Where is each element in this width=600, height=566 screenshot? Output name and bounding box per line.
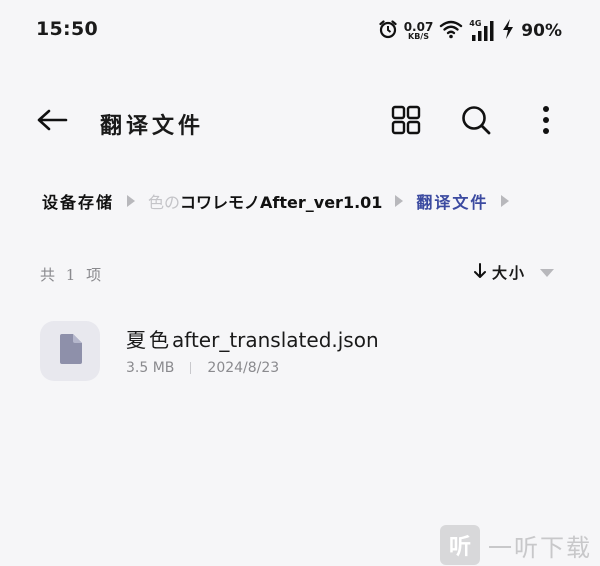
file-date: 2024/8/23 <box>207 360 280 376</box>
file-manager-screen: 15:50 0.07 KB/S 4G 90% 翻译文件 设备存储 色のコワレモノ… <box>0 0 600 566</box>
breadcrumb-folder[interactable]: 色のコワレモノAfter_ver1.01 <box>148 189 382 213</box>
meta-divider <box>190 362 192 374</box>
sort-label: 大小 <box>491 264 526 282</box>
charging-icon <box>501 18 515 44</box>
chevron-right-icon <box>500 195 510 207</box>
back-button[interactable] <box>30 102 74 142</box>
search-button[interactable] <box>456 102 496 142</box>
file-thumbnail <box>40 321 100 381</box>
network-speed: 0.07 KB/S <box>403 20 434 41</box>
grid-view-icon <box>391 105 421 139</box>
page-title: 翻译文件 <box>100 113 205 139</box>
item-count: 共 1 项 <box>40 266 105 284</box>
chevron-right-icon <box>394 195 404 207</box>
wifi-icon <box>439 19 463 43</box>
arrow-down-icon <box>473 262 486 283</box>
breadcrumb-current[interactable]: 翻译文件 <box>416 189 488 213</box>
back-arrow-icon <box>36 108 68 136</box>
watermark-logo: 听 <box>440 525 480 565</box>
file-size: 3.5 MB <box>126 360 175 376</box>
search-icon <box>460 104 492 140</box>
list-header: 共 1 项 大小 <box>40 260 560 288</box>
document-icon <box>58 334 82 368</box>
status-bar: 15:50 0.07 KB/S 4G 90% <box>0 0 600 62</box>
file-name: 夏色after_translated.json <box>126 328 379 352</box>
file-meta: 3.5 MB 2024/8/23 <box>126 360 279 376</box>
watermark-text: 一听下载 <box>488 533 592 562</box>
breadcrumb: 设备存储 色のコワレモノAfter_ver1.01 翻译文件 <box>42 186 582 216</box>
dropdown-triangle-icon <box>540 263 554 282</box>
sort-button[interactable]: 大小 <box>473 262 554 283</box>
more-vertical-icon <box>542 105 550 139</box>
battery-percent: 90% <box>521 21 562 41</box>
status-icons: 0.07 KB/S 4G 90% <box>378 16 562 46</box>
breadcrumb-root[interactable]: 设备存储 <box>42 189 114 213</box>
chevron-right-icon <box>126 195 136 207</box>
toolbar: 翻译文件 <box>0 92 600 152</box>
signal-icon: 4G <box>469 20 495 42</box>
file-list-item[interactable]: 夏色after_translated.json 3.5 MB 2024/8/23 <box>40 318 560 384</box>
more-options-button[interactable] <box>526 102 566 142</box>
status-time: 15:50 <box>36 18 98 40</box>
grid-view-button[interactable] <box>386 102 426 142</box>
watermark: 听 一听下载 <box>440 524 600 566</box>
alarm-icon <box>378 19 398 43</box>
